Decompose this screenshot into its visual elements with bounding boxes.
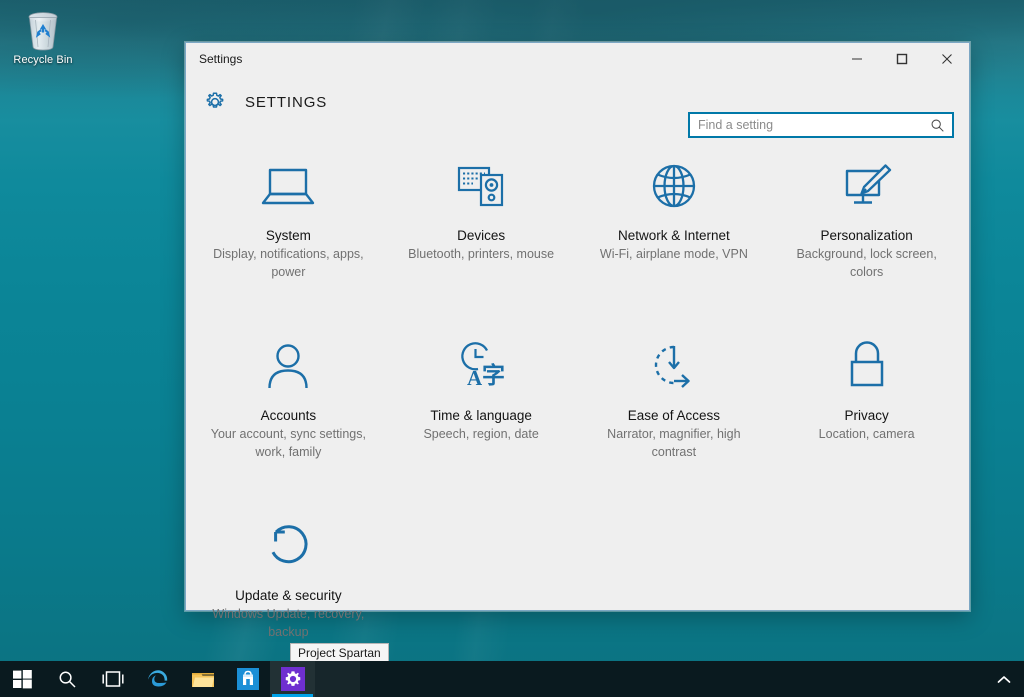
tile-title: Time & language [430,408,532,423]
tile-description: Narrator, magnifier, high contrast [607,427,741,459]
taskbar[interactable] [0,661,1024,697]
window-title: Settings [199,52,243,66]
taskbar-settings-button[interactable] [270,661,315,697]
tile-description: Speech, region, date [423,427,539,441]
search-input[interactable] [690,114,924,136]
task-view-button[interactable] [90,661,135,697]
tile-title: Network & Internet [617,228,730,243]
chevron-up-icon [997,675,1011,683]
edge-icon [147,670,167,687]
monitor-brush-icon [834,159,900,213]
person-icon [255,339,321,393]
settings-window[interactable]: Settings SETTINGS Find a setting System … [185,42,970,639]
settings-tile-personalization[interactable]: Personalization Background, lock screen,… [770,147,963,327]
edge-button[interactable] [135,661,180,697]
search-icon [59,671,76,688]
tile-description: Your account, sync settings, work, famil… [210,427,366,459]
clock-language-icon: A 字 [448,339,514,393]
gear-icon [202,89,228,115]
svg-text:字: 字 [482,362,505,389]
store-button[interactable] [225,661,270,697]
desktop[interactable]: Recycle Bin Settings SETTINGS Find a set… [0,0,1024,697]
folder-icon [191,673,214,687]
globe-icon [641,159,707,213]
desktop-icon-recycle-bin[interactable]: Recycle Bin [6,6,80,67]
close-button[interactable] [924,43,969,75]
tile-description: Bluetooth, printers, mouse [408,247,555,261]
taskbar-empty-slot [315,661,360,697]
lock-icon [834,339,900,393]
settings-tile-system[interactable]: System Display, notifications, apps, pow… [192,147,385,327]
keyboard-device-icon [448,159,514,213]
taskbar-search-button[interactable] [45,661,90,697]
minimize-button[interactable] [834,43,879,75]
window-titlebar[interactable]: Settings [186,43,969,75]
settings-tile-network[interactable]: Network & Internet Wi-Fi, airplane mode,… [578,147,771,327]
desktop-icon-label: Recycle Bin [13,54,73,66]
system-tray [984,661,1024,697]
start-button[interactable] [0,661,45,697]
show-hidden-icons-button[interactable] [984,661,1024,697]
tile-title: Update & security [235,588,342,603]
settings-tile-devices[interactable]: Devices Bluetooth, printers, mouse [385,147,578,327]
svg-text:A: A [467,366,483,390]
refresh-circle-icon [255,519,321,573]
window-controls [834,43,969,75]
tile-title: Personalization [820,228,913,243]
laptop-icon [255,159,321,213]
close-icon [941,54,952,64]
tile-description: Display, notifications, apps, power [213,247,364,279]
settings-tile-privacy[interactable]: Privacy Location, camera [770,327,963,507]
ease-of-access-icon [641,339,707,393]
tile-title: Devices [457,228,506,243]
search-icon[interactable] [924,114,950,136]
search-box[interactable] [688,112,954,138]
minimize-icon [851,58,862,60]
maximize-button[interactable] [879,43,924,75]
gear-icon [280,667,305,691]
settings-tile-accounts[interactable]: Accounts Your account, sync settings, wo… [192,327,385,507]
settings-tile-time-language[interactable]: A 字 Time & language Speech, region, date [385,327,578,507]
tile-description: Windows Update, recovery, backup [212,607,365,639]
settings-tile-grid: System Display, notifications, apps, pow… [186,129,969,687]
page-title: SETTINGS [245,93,328,111]
store-icon [236,668,259,690]
tile-description: Wi-Fi, airplane mode, VPN [599,247,748,261]
maximize-icon [896,53,907,65]
settings-header: SETTINGS [186,75,969,138]
recycle-bin-icon [22,6,64,52]
tile-description: Background, lock screen, colors [796,247,937,279]
tile-title: Accounts [260,408,317,423]
settings-tile-ease-of-access[interactable]: Ease of Access Narrator, magnifier, high… [578,327,771,507]
windows-logo-icon [13,669,32,688]
tile-title: System [265,228,311,243]
file-explorer-button[interactable] [180,661,225,697]
tile-description: Location, camera [818,427,915,441]
tile-title: Privacy [844,408,889,423]
task-view-icon [101,671,124,687]
tile-title: Ease of Access [627,408,721,423]
